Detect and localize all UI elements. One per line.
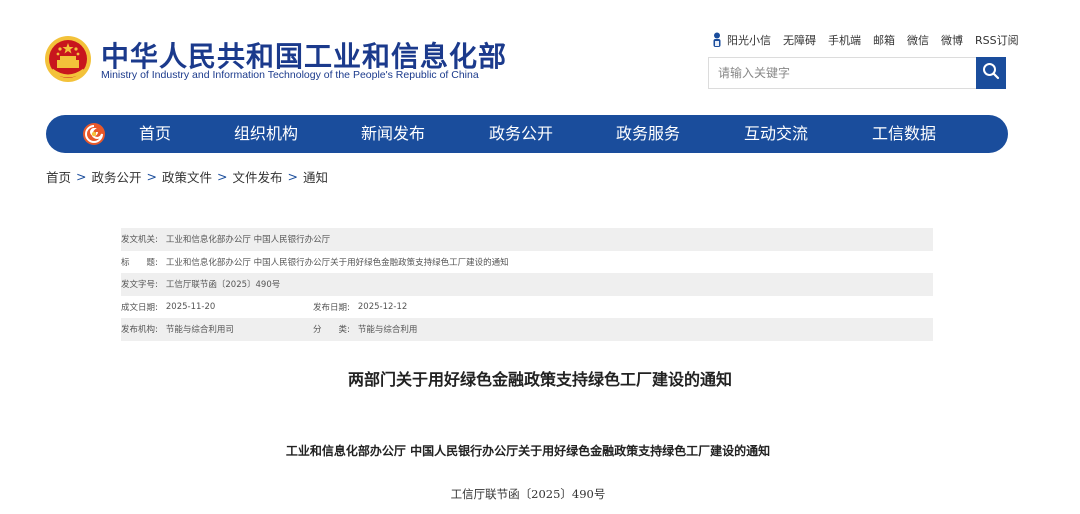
nav-news[interactable]: 新闻发布 [361,115,425,153]
toplink-mobile[interactable]: 手机端 [828,32,861,48]
document-title: 两部门关于用好绿色金融政策支持绿色工厂建设的通知 [347,370,732,389]
breadcrumb-separator: > [76,169,87,184]
meta-cell-created: 成文日期: 2025-11-20 [121,301,313,313]
nav-data[interactable]: 工信数据 [872,115,936,153]
site-subtitle: Ministry of Industry and Information Tec… [101,69,479,81]
breadcrumb: 首页 > 政务公开 > 政策文件 > 文件发布 > 通知 [46,167,328,186]
meta-value: 工业和信息化部办公厅 中国人民银行办公厅关于用好绿色金融政策支持绿色工厂建设的通… [165,257,509,268]
meta-label: 发文机关: [121,235,158,246]
search-input[interactable] [709,58,977,88]
meta-row-org: 发布机构: 节能与综合利用司 分 类: 节能与综合利用 [121,318,933,341]
meta-label: 发布日期: [313,302,350,313]
search-box [708,57,1006,89]
meta-row-title: 标 题: 工业和信息化部办公厅 中国人民银行办公厅关于用好绿色金融政策支持绿色工… [121,251,933,274]
meta-label: 发文字号: [121,280,158,291]
nav-home[interactable]: 首页 [139,115,171,153]
breadcrumb-separator: > [287,169,298,184]
toplink-weibo[interactable]: 微博 [941,32,963,48]
meta-value: 工信厅联节函〔2025〕490号 [165,280,281,291]
meta-value: 节能与综合利用 [357,325,418,336]
main-nav: 首页 组织机构 新闻发布 政务公开 政务服务 互动交流 工信数据 [46,115,1008,153]
national-emblem-icon[interactable] [44,34,92,84]
meta-value: 2025-11-20 [165,301,216,312]
person-icon [712,32,722,48]
meta-row-docno: 发文字号: 工信厅联节函〔2025〕490号 [121,273,933,296]
nav-interaction[interactable]: 互动交流 [744,115,808,153]
toplink-wechat[interactable]: 微信 [907,32,929,48]
meta-cell-org: 发布机构: 节能与综合利用司 [121,323,313,335]
meta-label: 成文日期: [121,302,158,313]
breadcrumb-notice[interactable]: 通知 [303,167,328,186]
top-links: 阳光小信 无障碍 手机端 邮箱 微信 微博 RSS订阅 [712,31,1019,49]
meta-cell-category: 分 类: 节能与综合利用 [313,323,417,335]
nav-government-affairs[interactable]: 政务公开 [489,115,553,153]
meta-label: 发布机构: [121,325,158,336]
toplink-sunshine[interactable]: 阳光小信 [727,32,771,48]
breadcrumb-separator: > [146,169,157,184]
swirl-logo-icon[interactable] [82,122,106,146]
breadcrumb-file-release[interactable]: 文件发布 [233,167,283,186]
meta-row-dates: 成文日期: 2025-11-20 发布日期: 2025-12-12 [121,296,933,319]
toplink-accessibility[interactable]: 无障碍 [783,32,816,48]
document-issuer-line: 工业和信息化部办公厅 中国人民银行办公厅关于用好绿色金融政策支持绿色工厂建设的通… [285,444,771,458]
meta-value: 2025-12-12 [357,301,408,312]
meta-row-issuer: 发文机关: 工业和信息化部办公厅 中国人民银行办公厅 [121,228,933,251]
search-icon [982,62,1000,84]
meta-value: 节能与综合利用司 [165,325,234,336]
breadcrumb-policy-documents[interactable]: 政策文件 [162,167,212,186]
breadcrumb-home[interactable]: 首页 [46,167,71,186]
search-button[interactable] [976,57,1006,89]
meta-label: 标 题: [121,257,158,268]
meta-label: 分 类: [313,325,350,336]
nav-services[interactable]: 政务服务 [616,115,680,153]
breadcrumb-separator: > [217,169,228,184]
nav-organization[interactable]: 组织机构 [234,115,298,153]
breadcrumb-government-affairs[interactable]: 政务公开 [92,167,142,186]
document-metadata: 发文机关: 工业和信息化部办公厅 中国人民银行办公厅 标 题: 工业和信息化部办… [121,228,933,341]
document-number-line: 工信厅联节函〔2025〕490号 [450,487,606,501]
meta-value: 工业和信息化部办公厅 中国人民银行办公厅 [165,235,331,246]
toplink-mail[interactable]: 邮箱 [873,32,895,48]
toplink-rss[interactable]: RSS订阅 [975,32,1019,48]
meta-cell-published: 发布日期: 2025-12-12 [313,301,407,313]
